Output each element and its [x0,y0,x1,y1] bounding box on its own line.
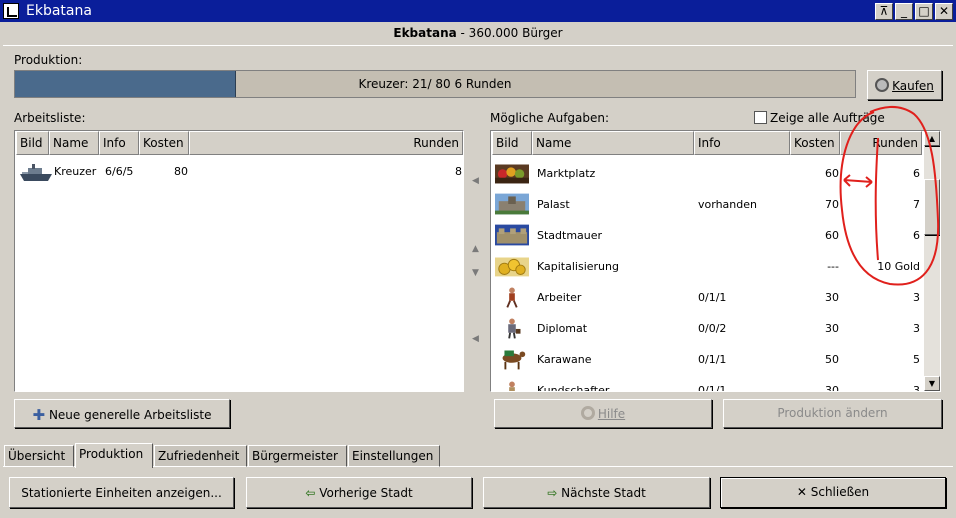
tab-brgermeister[interactable]: Bürgermeister [248,445,347,467]
city-citizens: - 360.000 Bürger [456,26,563,40]
task-info: 0/1/1 [698,353,727,366]
window-title: Ekbatana [26,3,92,19]
production-label: Produktion: [14,53,83,67]
previous-city-label: Vorherige Stadt [319,486,413,500]
task-name: Palast [537,198,570,211]
title-bar: Ekbatana ⊼ _ □ ✕ [0,0,956,22]
worklist-item-info: 6/6/5 [105,165,134,178]
coins-icon [875,78,890,92]
tab-zufriedenheit[interactable]: Zufriedenheit [154,445,247,467]
buy-button[interactable]: Kaufen [867,70,942,100]
task-info: vorhanden [698,198,757,211]
tasks-col-name[interactable]: Name [532,131,694,155]
table-row[interactable]: Kreuzer 6/6/5 80 8 [16,158,462,184]
worklist-item-cost: 80 [174,165,188,178]
arrow-right-icon: ⇨ [547,486,558,500]
worklist-item-turns: 8 [455,165,462,178]
tasks-col-info[interactable]: Info [694,131,790,155]
diplomat-icon [508,318,521,339]
task-turns: 3 [913,384,920,391]
table-row[interactable]: Kundschafter 0/1/1 30 3 [492,375,922,391]
task-turns: 5 [913,353,920,366]
arrow-left-icon: ⇦ [305,486,316,500]
table-row[interactable]: Karawane 0/1/1 50 5 [492,344,922,375]
task-name: Marktplatz [537,167,596,180]
task-name: Kapitalisierung [537,260,619,273]
caravan-icon [502,350,526,370]
next-city-label: Nächste Stadt [561,486,646,500]
new-worklist-label: Neue generelle Arbeitsliste [48,408,212,422]
app-icon [3,3,19,19]
close-icon[interactable]: ✕ [935,3,953,20]
task-info: 0/0/2 [698,322,727,335]
marketplace-icon [495,164,529,184]
task-name: Stadtmauer [537,229,603,242]
task-cost: 30 [825,384,839,391]
table-row[interactable]: Diplomat 0/0/2 30 3 [492,313,922,344]
tab-bersicht[interactable]: Übersicht [4,445,74,467]
production-progress-bar: Kreuzer: 21/ 80 6 Runden [14,70,856,98]
close-button[interactable]: ✕ Schließen [720,477,946,508]
worklist-col-runden[interactable]: Runden [189,131,463,155]
task-cost: 30 [825,322,839,335]
minimize-icon[interactable]: _ [895,3,913,20]
worklist-col-kosten[interactable]: Kosten [139,131,189,155]
divider [3,45,953,46]
city-name: Ekbatana [393,26,457,40]
tasks-label: Mögliche Aufgaben: [490,111,610,125]
worker-icon [506,287,518,308]
tasks-col-bild[interactable]: Bild [492,131,532,155]
worklist-label: Arbeitsliste: [14,111,86,125]
help-button[interactable]: Hilfe [494,399,712,428]
close-button-label: Schließen [810,485,870,499]
maximize-icon[interactable]: □ [915,3,933,20]
task-name: Karawane [537,353,592,366]
task-info: 0/1/1 [698,291,727,304]
move-left-icon[interactable]: ◀ [472,176,479,186]
task-cost: 50 [825,353,839,366]
scroll-down-icon[interactable]: ▼ [924,376,940,391]
new-worklist-button[interactable]: ✚ Neue generelle Arbeitsliste [14,399,230,428]
move-up-icon[interactable]: ▲ [472,244,479,254]
move-left-icon-2[interactable]: ◀ [472,334,479,344]
task-name: Diplomat [537,322,588,335]
city-walls-icon [495,224,529,246]
task-turns: 3 [913,322,920,335]
cruiser-ship-icon [20,164,52,181]
close-x-icon: ✕ [796,485,807,499]
plus-icon: ✚ [32,406,46,424]
tab-einstellungen[interactable]: Einstellungen [348,445,440,467]
pin-icon[interactable]: ⊼ [875,3,893,20]
annotation-mark [839,106,940,286]
change-production-label: Produktion ändern [777,406,888,420]
previous-city-button[interactable]: ⇦ Vorherige Stadt [246,477,472,508]
task-name: Kundschafter [537,384,610,391]
help-icon [580,406,595,420]
change-production-button[interactable]: Produktion ändern [723,399,942,428]
production-progress-text: Kreuzer: 21/ 80 6 Runden [358,77,512,91]
palace-icon [495,193,529,215]
worklist-item-name: Kreuzer [54,165,97,178]
help-button-label: Hilfe [597,407,626,421]
task-name: Arbeiter [537,291,582,304]
task-cost: 30 [825,291,839,304]
worklist-col-bild[interactable]: Bild [16,131,49,155]
city-header: Ekbatana - 360.000 Bürger [0,26,956,40]
gold-coins-icon [495,257,529,277]
tab-produktion[interactable]: Produktion [75,443,153,468]
move-down-icon[interactable]: ▼ [472,268,479,278]
explorer-icon [509,381,515,391]
worklist-col-name[interactable]: Name [49,131,99,155]
checkbox-icon[interactable] [754,111,767,124]
buy-button-label: Kaufen [892,79,934,93]
task-turns: 3 [913,291,920,304]
worklist-col-info[interactable]: Info [99,131,139,155]
show-units-label: Stationierte Einheiten anzeigen... [21,486,222,500]
show-units-button[interactable]: Stationierte Einheiten anzeigen... [9,477,234,508]
worklist-table: Bild Name Info Kosten Runden Kreuzer 6/6… [14,130,464,392]
task-info: 0/1/1 [698,384,727,391]
next-city-button[interactable]: ⇨ Nächste Stadt [483,477,710,508]
